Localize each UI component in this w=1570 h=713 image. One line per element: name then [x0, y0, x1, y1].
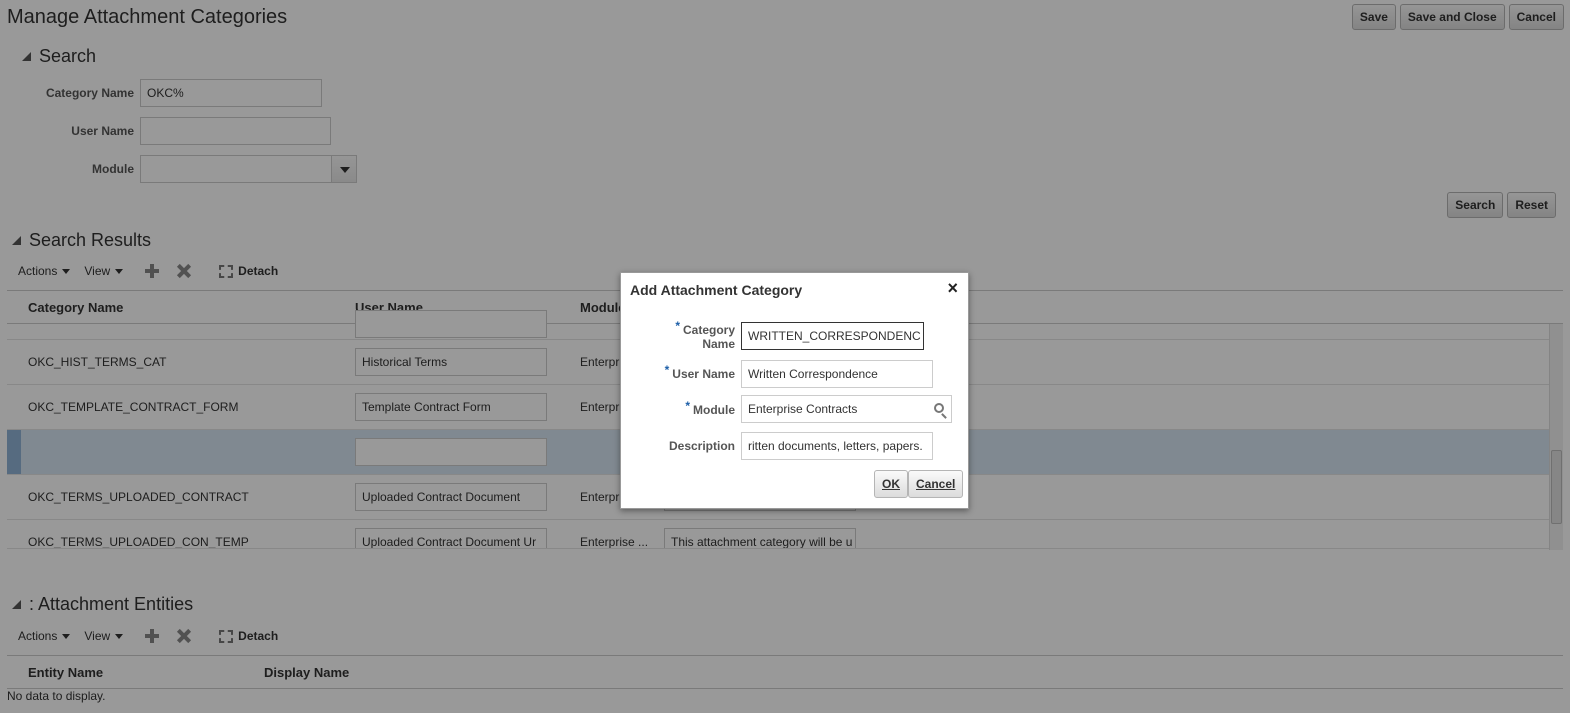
user-name-label: * User Name [641, 363, 735, 381]
ok-button[interactable]: OK [874, 470, 908, 498]
category-name-field[interactable]: WRITTEN_CORRESPONDENC [741, 322, 924, 350]
module-label-text: Module [693, 403, 735, 417]
module-label: * Module [641, 399, 735, 417]
required-icon: * [664, 363, 670, 377]
category-label-line1: Category [682, 323, 735, 337]
close-icon[interactable]: × [947, 279, 958, 297]
user-name-field[interactable]: Written Correspondence [741, 360, 933, 388]
search-icon[interactable] [934, 403, 944, 413]
dialog-title: Add Attachment Category [630, 282, 803, 298]
module-field[interactable]: Enterprise Contracts [741, 395, 952, 423]
category-label-line2: Name [702, 337, 735, 351]
required-icon: * [675, 319, 680, 333]
category-name-label: * Category Name [641, 319, 735, 351]
description-field[interactable]: ritten documents, letters, papers. [741, 432, 933, 460]
add-attachment-category-dialog: Add Attachment Category × * Category Name… [620, 272, 969, 509]
user-name-label-text: User Name [672, 367, 735, 381]
description-label: Description [668, 439, 735, 453]
dialog-cancel-button[interactable]: Cancel [908, 470, 964, 498]
required-icon: * [685, 399, 690, 413]
